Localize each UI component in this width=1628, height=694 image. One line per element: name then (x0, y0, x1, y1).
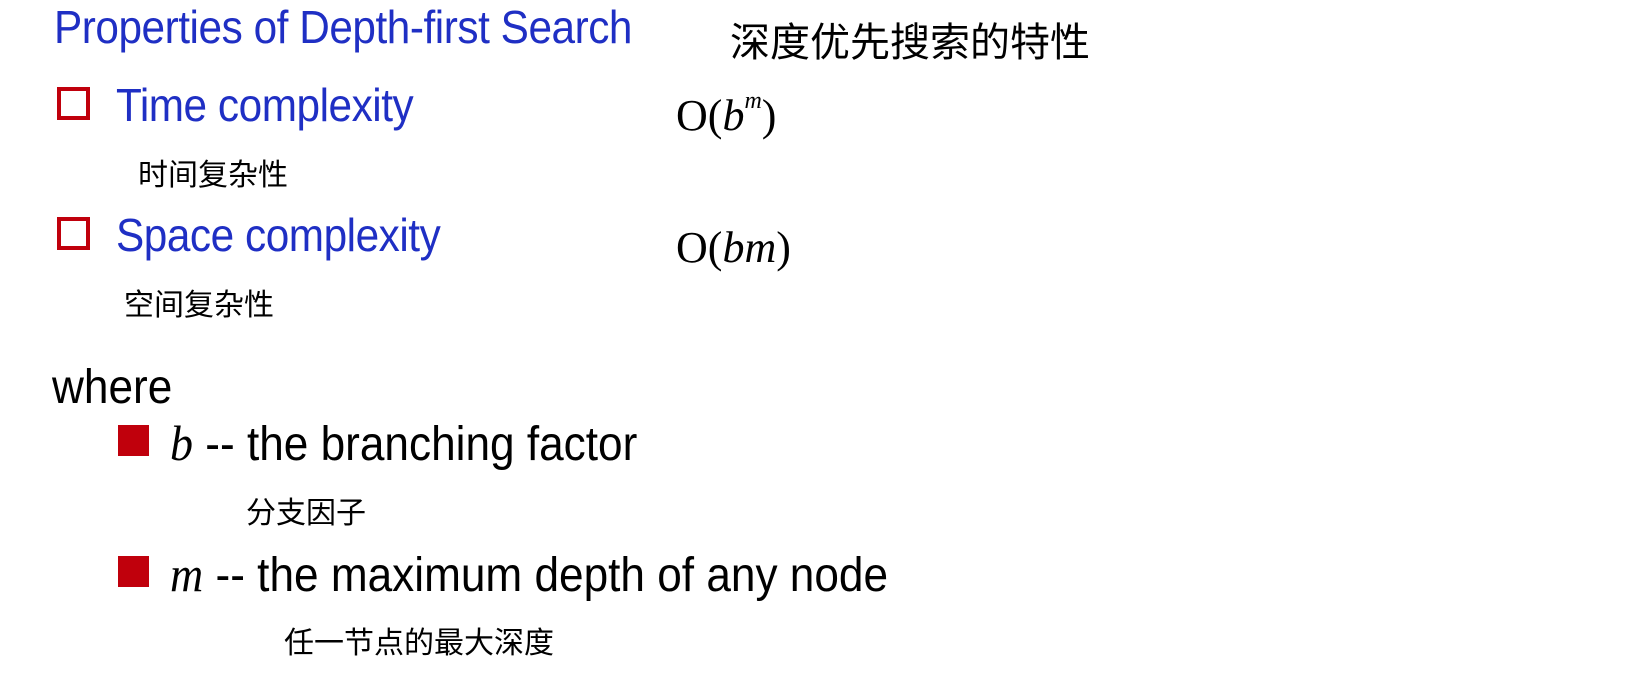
hollow-square-bullet-icon (57, 87, 90, 120)
solid-square-bullet-icon (118, 425, 149, 456)
variable-m-description: -- the maximum depth of any node (203, 549, 889, 602)
time-complexity-label: Time complexity (116, 79, 414, 131)
space-complexity-chinese: 空间复杂性 (124, 288, 274, 323)
variable-m-symbol: m (170, 546, 204, 602)
hollow-square-bullet-icon (57, 217, 90, 250)
space-complexity-label: Space complexity (116, 209, 441, 261)
variable-m-definition: m -- the maximum depth of any node (170, 545, 888, 603)
where-label: where (52, 361, 173, 414)
time-complexity-formula: O(bm) (676, 88, 777, 140)
variable-b-symbol: b (170, 415, 193, 471)
variable-b-chinese: 分支因子 (246, 496, 366, 531)
variable-m-chinese: 任一节点的最大深度 (284, 626, 554, 661)
variable-b-description: -- the branching factor (193, 418, 638, 471)
solid-square-bullet-icon (118, 556, 149, 587)
slide-title: Properties of Depth-first Search (54, 1, 633, 53)
time-complexity-chinese: 时间复杂性 (138, 158, 288, 193)
space-complexity-formula: O(bm) (676, 223, 791, 272)
slide-title-chinese: 深度优先搜索的特性 (730, 20, 1090, 66)
variable-b-definition: b -- the branching factor (170, 414, 637, 472)
